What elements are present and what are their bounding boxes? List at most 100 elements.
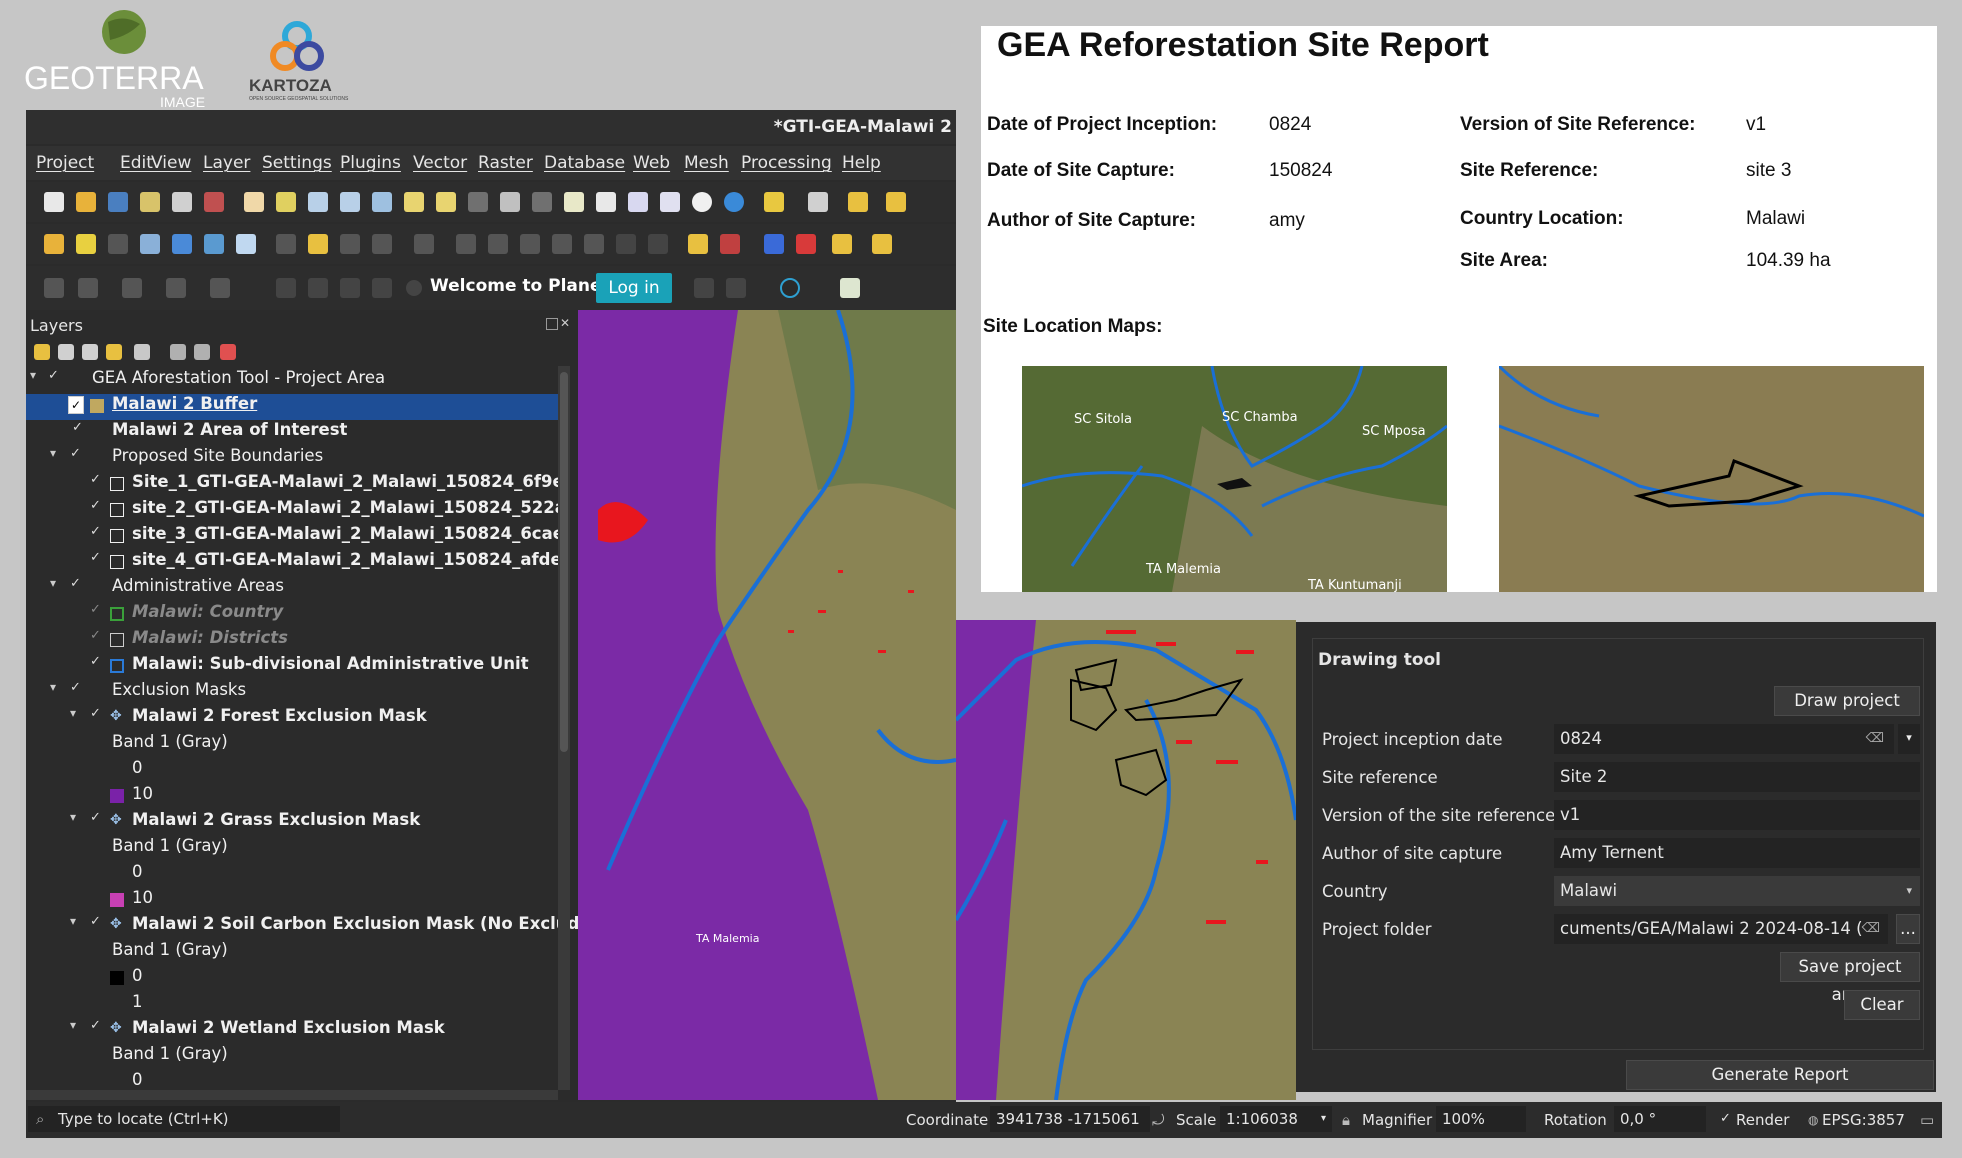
tree-layer-malawi-2-buffer[interactable]: ✓ Malawi 2 Buffer xyxy=(26,394,558,420)
network-icon[interactable] xyxy=(372,278,392,298)
tree-group-admin-areas[interactable]: ▾ ✓ Administrative Areas xyxy=(26,576,556,602)
menu-mesh[interactable]: Mesh xyxy=(684,153,729,173)
label-rules-icon[interactable] xyxy=(720,234,740,254)
label-show-hide-icon[interactable] xyxy=(796,234,816,254)
new-project-icon[interactable] xyxy=(44,192,64,212)
deselect-icon[interactable] xyxy=(848,192,868,212)
style-manager-icon[interactable] xyxy=(204,192,224,212)
float-panel-icon[interactable] xyxy=(546,318,558,330)
locator-icon[interactable] xyxy=(276,278,296,298)
layer-checkbox[interactable]: ✓ xyxy=(90,602,104,617)
tree-layer-soil-carbon-mask[interactable]: ▾ ✓ ✥ Malawi 2 Soil Carbon Exclusion Mas… xyxy=(26,914,602,940)
tree-layer-country[interactable]: ✓ Malawi: Country xyxy=(26,602,556,628)
clear-field-icon[interactable]: ⌫ xyxy=(1861,914,1880,944)
tree-layer-site-2[interactable]: ✓ site_2_GTI-GEA-Malawi_2_Malawi_150824_… xyxy=(26,498,566,524)
open-layer-styling-icon[interactable] xyxy=(34,344,50,360)
collapse-arrow-icon[interactable]: ▾ xyxy=(50,446,56,460)
bookmark-icon[interactable] xyxy=(628,192,648,212)
messages-icon[interactable]: ▭ xyxy=(1920,1111,1934,1129)
expand-all-icon[interactable] xyxy=(170,344,186,360)
pencil-icon[interactable] xyxy=(308,234,328,254)
zoom-last-icon[interactable] xyxy=(500,192,520,212)
collapse-arrow-icon[interactable]: ▾ xyxy=(70,914,76,928)
collapse-arrow-icon[interactable]: ▾ xyxy=(70,706,76,720)
layer-checkbox[interactable]: ✓ xyxy=(90,628,104,643)
show-bookmarks-icon[interactable] xyxy=(660,192,680,212)
site-version-field[interactable]: v1 xyxy=(1554,800,1920,830)
menu-help[interactable]: Help xyxy=(842,153,881,173)
close-panel-icon[interactable]: ✕ xyxy=(560,316,570,330)
users-icon[interactable] xyxy=(340,278,360,298)
browse-folder-button[interactable]: ... xyxy=(1896,914,1920,944)
label-pin-icon[interactable] xyxy=(764,234,784,254)
vertex-tool-icon[interactable] xyxy=(414,234,434,254)
draw-project-area-button[interactable]: Draw project area xyxy=(1774,686,1920,738)
layer-checkbox[interactable]: ✓ xyxy=(90,498,104,513)
label-rotate-icon[interactable] xyxy=(872,234,892,254)
pan-map-icon[interactable] xyxy=(244,192,264,212)
layer-checkbox[interactable]: ✓ xyxy=(90,472,104,487)
author-field[interactable]: Amy Ternent xyxy=(1554,838,1920,868)
label-move-icon[interactable] xyxy=(832,234,852,254)
clear-button[interactable]: Clear xyxy=(1844,990,1920,1020)
coordinate-field[interactable]: 3941738 -1715061 xyxy=(990,1106,1150,1132)
menu-processing[interactable]: Processing xyxy=(741,153,832,173)
zoom-selection-icon[interactable] xyxy=(404,192,424,212)
chevron-down-icon[interactable]: ▾ xyxy=(1898,724,1920,754)
collapse-arrow-icon[interactable]: ▾ xyxy=(70,810,76,824)
lock-icon[interactable]: 🔒︎ xyxy=(1342,1111,1350,1129)
zoom-in-icon[interactable] xyxy=(308,192,328,212)
tree-layer-districts[interactable]: ✓ Malawi: Districts xyxy=(26,628,556,654)
zoom-layer-icon[interactable] xyxy=(436,192,456,212)
save-project-area-button[interactable]: Save project area xyxy=(1780,952,1920,1004)
layer-checkbox[interactable]: ✓ xyxy=(90,1018,104,1033)
label-abc-icon[interactable] xyxy=(688,234,708,254)
scrollbar-thumb[interactable] xyxy=(560,372,568,752)
toggle-extent-icon[interactable]: ⤾ xyxy=(1152,1111,1165,1129)
tree-layer-subdivisions[interactable]: ✓ Malawi: Sub-divisional Administrative … xyxy=(26,654,556,680)
layer-checkbox[interactable]: ✓ xyxy=(68,396,84,414)
tree-layer-site-4[interactable]: ✓ site_4_GTI-GEA-Malawi_2_Malawi_150824_… xyxy=(26,550,562,576)
layout-manager-icon[interactable] xyxy=(172,192,192,212)
map-tips-icon[interactable] xyxy=(166,278,186,298)
modify-attributes-icon[interactable] xyxy=(456,234,476,254)
menu-database[interactable]: Database xyxy=(544,153,625,173)
tree-layer-site-1[interactable]: ✓ Site_1_GTI-GEA-Malawi_2_Malawi_150824_… xyxy=(26,472,564,498)
undo-icon[interactable] xyxy=(616,234,636,254)
magnifier-spinbox[interactable]: 100% xyxy=(1436,1106,1526,1132)
annotation-icon[interactable] xyxy=(122,278,142,298)
zoom-native-icon[interactable] xyxy=(468,192,488,212)
scale-combobox[interactable]: 1:106038 ▾ xyxy=(1220,1106,1332,1132)
menu-raster[interactable]: Raster xyxy=(478,153,533,173)
crs-button[interactable]: EPSG:3857 xyxy=(1822,1111,1905,1129)
collapse-arrow-icon[interactable]: ▾ xyxy=(70,1018,76,1032)
layers-vertical-scrollbar[interactable] xyxy=(558,366,570,1090)
map-canvas-extension[interactable] xyxy=(956,620,1296,1100)
generate-report-button[interactable]: Generate Report xyxy=(1626,1060,1934,1090)
planet-orders-icon[interactable] xyxy=(726,278,746,298)
zoom-full-icon[interactable] xyxy=(372,192,392,212)
new-3d-view-icon[interactable] xyxy=(596,192,616,212)
layer-checkbox[interactable]: ✓ xyxy=(90,706,104,721)
tree-group-exclusion-masks[interactable]: ▾ ✓ Exclusion Masks xyxy=(26,680,556,706)
clear-field-icon[interactable]: ⌫ xyxy=(1866,724,1884,754)
menu-vector[interactable]: Vector xyxy=(413,153,467,173)
menu-view[interactable]: View xyxy=(151,153,191,173)
tree-layer-site-3[interactable]: ✓ site_3_GTI-GEA-Malawi_2_Malawi_150824_… xyxy=(26,524,564,550)
temporal-controller-icon[interactable] xyxy=(692,192,712,212)
filter-by-expression-icon[interactable] xyxy=(134,344,150,360)
info-icon[interactable] xyxy=(780,278,800,298)
data-source-manager-icon[interactable] xyxy=(44,234,64,254)
menu-edit[interactable]: Edit xyxy=(120,153,153,173)
shape-tool-icon[interactable] xyxy=(210,278,230,298)
manage-visibility-icon[interactable] xyxy=(82,344,98,360)
planet-login-button[interactable]: Log in xyxy=(596,273,672,303)
remove-layer-icon[interactable] xyxy=(220,344,236,360)
layer-checkbox[interactable]: ✓ xyxy=(90,914,104,929)
rotation-spinbox[interactable]: 0,0 ° xyxy=(1614,1106,1706,1132)
new-print-layout-icon[interactable] xyxy=(140,192,160,212)
group-checkbox[interactable]: ✓ xyxy=(70,680,84,695)
gea-plugin-icon[interactable] xyxy=(840,278,860,298)
add-layer-icon[interactable] xyxy=(172,234,192,254)
layer-checkbox[interactable]: ✓ xyxy=(72,420,86,435)
